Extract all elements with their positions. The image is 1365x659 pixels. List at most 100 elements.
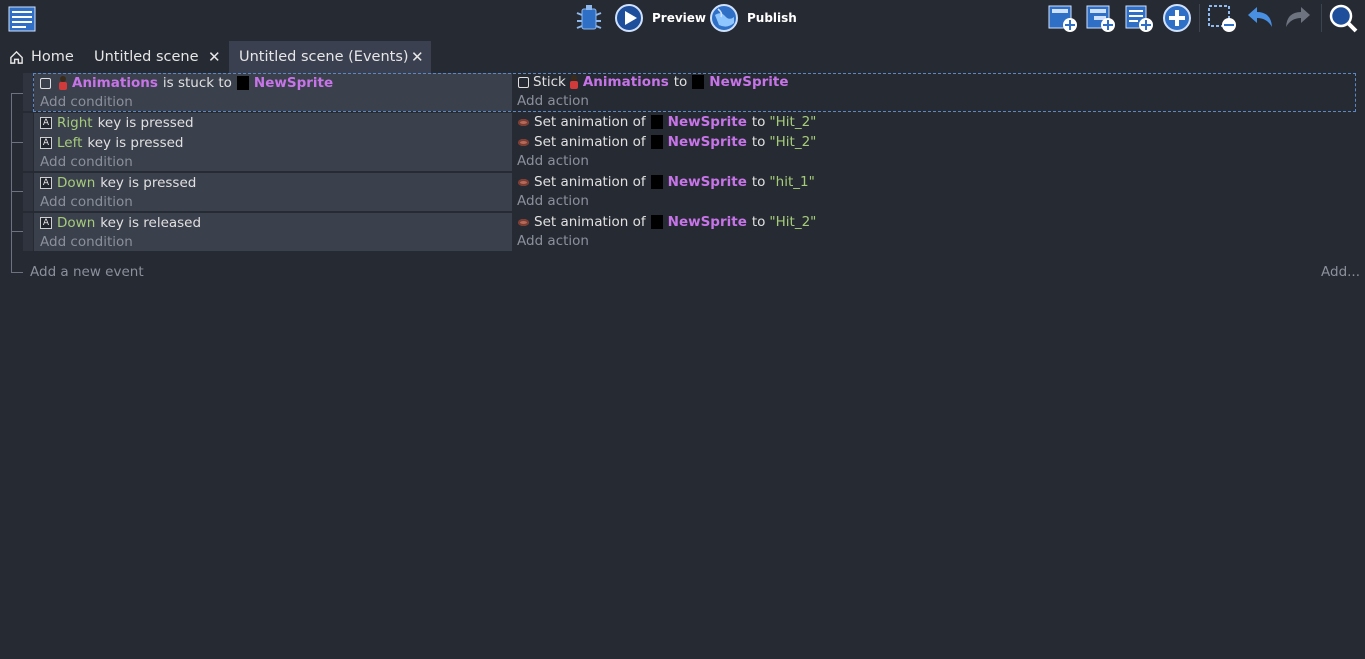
stick-icon: [40, 77, 51, 89]
add-subevent-icon: [1086, 5, 1115, 32]
add-action-link[interactable]: Add action: [517, 91, 589, 111]
key-name: Left: [57, 135, 83, 151]
publish-label: Publish: [747, 11, 797, 25]
event-drag-handle[interactable]: [23, 113, 33, 171]
event-conditions[interactable]: Animations is stuck to NewSprite Add con…: [34, 73, 512, 111]
add-condition-link[interactable]: Add condition: [40, 92, 133, 112]
add-other-button[interactable]: [1162, 3, 1192, 33]
newsprite-object-icon: [236, 76, 249, 90]
action-row[interactable]: Set animation of NewSprite to "hit_1": [518, 172, 815, 192]
add-condition-link[interactable]: Add condition: [40, 232, 133, 252]
preview-label: Preview: [652, 11, 707, 25]
action-text: Set animation of: [534, 134, 646, 150]
stick-icon: [518, 76, 529, 88]
tab-untitled-scene-events[interactable]: Untitled scene (Events) ✕: [229, 41, 431, 73]
search-icon: [1329, 4, 1358, 33]
action-row[interactable]: Stick Animations to NewSprite: [518, 72, 794, 92]
action-row[interactable]: Set animation of NewSprite to "Hit_2": [518, 212, 816, 232]
condition-text: key is released: [100, 215, 202, 231]
object-name: Animations: [72, 75, 158, 91]
action-text: to: [673, 74, 688, 90]
newsprite-object-icon: [650, 215, 663, 229]
event-conditions[interactable]: A Down key is released Add condition: [34, 213, 512, 251]
object-name: NewSprite: [667, 174, 747, 190]
event-actions[interactable]: Stick Animations to NewSprite Add action: [512, 73, 1355, 111]
event-sheet: Animations is stuck to NewSprite Add con…: [0, 73, 1365, 659]
add-new-event-link[interactable]: Add a new event: [30, 262, 144, 282]
action-text: to: [751, 114, 766, 130]
add-event-icon: [1048, 5, 1077, 32]
add-condition-link[interactable]: Add condition: [40, 152, 133, 172]
condition-row[interactable]: Animations is stuck to NewSprite: [40, 73, 338, 93]
add-action-link[interactable]: Add action: [517, 151, 589, 171]
add-action-link[interactable]: Add action: [517, 191, 589, 211]
event-actions[interactable]: Set animation of NewSprite to "Hit_2" Se…: [512, 113, 1355, 171]
tab-untitled-scene[interactable]: Untitled scene ✕: [84, 41, 229, 73]
object-name: NewSprite: [709, 74, 789, 90]
add-action-link[interactable]: Add action: [517, 231, 589, 251]
newsprite-object-icon: [650, 135, 663, 149]
add-more-button[interactable]: Add...: [1321, 262, 1360, 282]
condition-row[interactable]: A Left key is pressed: [40, 133, 183, 153]
condition-row[interactable]: A Down key is pressed: [40, 173, 196, 193]
redo-icon: [1286, 7, 1310, 27]
project-manager-button[interactable]: [8, 3, 36, 33]
publish-icon: [710, 4, 738, 32]
animation-value: "Hit_2": [769, 114, 817, 130]
object-name: NewSprite: [667, 134, 747, 150]
publish-button[interactable]: Publish: [709, 3, 797, 33]
action-row[interactable]: Set animation of NewSprite to "Hit_2": [518, 132, 816, 152]
tab-label: Untitled scene (Events): [239, 49, 409, 65]
event-sheet-icon: [8, 6, 36, 32]
home-icon: [10, 50, 23, 64]
tab-home[interactable]: Home: [0, 41, 84, 73]
redo-button[interactable]: [1283, 3, 1313, 33]
key-name: Right: [57, 115, 93, 131]
delete-selection-button[interactable]: [1207, 3, 1237, 33]
animation-value: "Hit_2": [769, 214, 817, 230]
event-actions[interactable]: Set animation of NewSprite to "hit_1" Ad…: [512, 173, 1355, 211]
event-drag-handle[interactable]: [23, 173, 33, 211]
animation-value: "Hit_2": [769, 134, 817, 150]
event-drag-handle[interactable]: [23, 73, 33, 111]
animations-object-icon: [569, 75, 578, 89]
add-comment-icon: [1125, 5, 1153, 32]
event-conditions[interactable]: A Down key is pressed Add condition: [34, 173, 512, 211]
add-other-icon: [1163, 4, 1191, 32]
action-text: Stick: [533, 74, 566, 90]
tree-line: [11, 142, 23, 143]
newsprite-object-icon: [650, 175, 663, 189]
add-comment-button[interactable]: [1124, 3, 1154, 33]
event-drag-handle[interactable]: [23, 213, 33, 251]
animation-icon: [518, 218, 529, 226]
add-condition-link[interactable]: Add condition: [40, 192, 133, 212]
toolbar-separator: [1321, 4, 1322, 32]
close-icon[interactable]: ✕: [208, 48, 221, 66]
event-actions[interactable]: Set animation of NewSprite to "Hit_2" Ad…: [512, 213, 1355, 251]
undo-button[interactable]: [1245, 3, 1275, 33]
condition-text: key is pressed: [97, 115, 194, 131]
add-subevent-button[interactable]: [1086, 3, 1116, 33]
main-toolbar: Preview Publish: [0, 0, 1365, 40]
debugger-button[interactable]: [574, 3, 604, 33]
animations-object-icon: [58, 76, 67, 90]
condition-row[interactable]: A Right key is pressed: [40, 113, 194, 133]
action-text: to: [751, 174, 766, 190]
key-name: Down: [57, 175, 96, 191]
preview-button[interactable]: Preview: [614, 3, 706, 33]
object-name: NewSprite: [667, 114, 747, 130]
action-text: Set animation of: [534, 114, 646, 130]
event-conditions[interactable]: A Right key is pressed A Left key is pre…: [34, 113, 512, 171]
search-button[interactable]: [1328, 3, 1358, 33]
object-name: NewSprite: [667, 214, 747, 230]
debugger-icon: [576, 5, 602, 30]
add-event-button[interactable]: [1048, 3, 1078, 33]
condition-row[interactable]: A Down key is released: [40, 213, 201, 233]
close-icon[interactable]: ✕: [411, 48, 424, 66]
undo-icon: [1248, 7, 1272, 27]
tree-line: [11, 93, 23, 94]
action-row[interactable]: Set animation of NewSprite to "Hit_2": [518, 112, 816, 132]
keyboard-key-icon: A: [40, 137, 52, 149]
tab-label: Untitled scene: [94, 49, 199, 65]
object-name: Animations: [582, 74, 669, 90]
